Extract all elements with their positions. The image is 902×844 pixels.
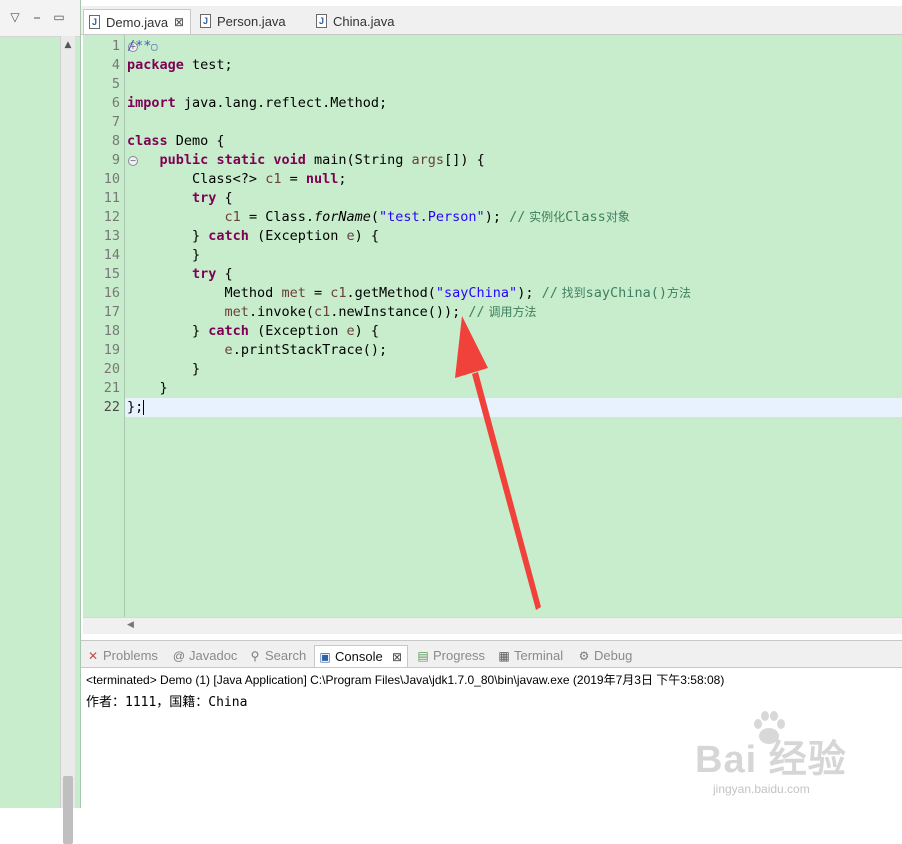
code-line: /**▢ <box>127 38 158 54</box>
code-editor[interactable]: 1 4 5 6 7 8 9 10 11 12 13 14 15 16 17 18… <box>83 35 902 617</box>
line-number: 12 <box>103 209 120 225</box>
code-line: } <box>192 361 201 377</box>
bottom-tab-bar: ✕ Problems @ Javadoc ⚲ Search ▣ Console … <box>81 641 902 668</box>
tab-label: Person.java <box>217 14 286 29</box>
line-number: 16 <box>103 285 120 301</box>
scroll-left-arrow-icon[interactable]: ◀ <box>127 620 134 630</box>
progress-icon: ▤ <box>417 649 429 663</box>
line-number: 20 <box>103 361 120 377</box>
code-line: } catch (Exception e) { <box>192 323 380 339</box>
tab-javadoc[interactable]: @ Javadoc <box>169 645 243 667</box>
line-number: 11 <box>103 190 120 206</box>
line-number: 18 <box>103 323 120 339</box>
line-number: 14 <box>103 247 120 263</box>
console-status-line: <terminated> Demo (1) [Java Application]… <box>86 673 725 687</box>
line-number-gutter: 1 4 5 6 7 8 9 10 11 12 13 14 15 16 17 18… <box>96 35 138 617</box>
watermark-url: jingyan.baidu.com <box>713 782 810 796</box>
console-icon: ▣ <box>319 650 331 664</box>
code-line: try { <box>192 190 233 206</box>
tab-label: Debug <box>594 648 633 663</box>
tab-label: Demo.java <box>106 15 169 30</box>
left-panel-scrollbar[interactable]: ▲ <box>60 36 75 844</box>
tab-china-java[interactable]: J China.java <box>311 9 411 34</box>
search-icon: ⚲ <box>250 649 260 663</box>
minimize-icon[interactable]: ⎯ <box>30 10 44 24</box>
line-number: 5 <box>111 76 120 92</box>
terminal-icon: ▦ <box>498 649 510 663</box>
folded-comment-icon[interactable]: ▢ <box>151 42 157 53</box>
tab-console[interactable]: ▣ Console ⊠ <box>314 645 408 667</box>
line-number: 6 <box>111 95 120 111</box>
tab-search[interactable]: ⚲ Search <box>245 645 315 667</box>
close-tab-icon[interactable]: ⊠ <box>392 646 402 668</box>
code-line-current: }; <box>125 398 902 417</box>
tab-problems[interactable]: ✕ Problems <box>83 645 167 667</box>
line-number: 13 <box>103 228 120 244</box>
code-line: met.invoke(c1.newInstance()); // 调用方法 <box>224 304 537 320</box>
tab-demo-java[interactable]: J Demo.java ⊠ <box>83 9 191 34</box>
tab-label: Search <box>265 648 307 663</box>
java-file-icon: J <box>316 14 327 28</box>
console-output[interactable]: 作者：1111，国籍：China <box>86 691 247 710</box>
tab-label: Progress <box>433 648 486 663</box>
line-number: 4 <box>111 57 120 73</box>
line-number: 22 <box>103 399 120 415</box>
tab-progress[interactable]: ▤ Progress <box>413 645 493 667</box>
code-line: Class<?> c1 = null; <box>192 171 347 187</box>
watermark-brand: Bai 经验 <box>695 739 847 781</box>
tab-label: China.java <box>333 14 395 29</box>
tab-label: Terminal <box>514 648 564 663</box>
code-line: try { <box>192 266 233 282</box>
tab-debug[interactable]: ⚙ Debug <box>574 645 644 667</box>
baidu-jingyan-watermark: Bai 经验 jingyan.baidu.com <box>695 708 895 804</box>
code-line: } <box>159 380 168 396</box>
code-line: c1 = Class.forName("test.Person"); // 实例… <box>224 209 630 225</box>
code-area[interactable]: /**▢ package test; import java.lang.refl… <box>125 35 902 617</box>
maximize-icon[interactable]: ▭ <box>52 10 66 24</box>
editor-horizontal-scrollbar[interactable]: ◀ <box>83 617 902 634</box>
code-line: } catch (Exception e) { <box>192 228 380 244</box>
problems-icon: ✕ <box>87 649 99 663</box>
line-number: 10 <box>103 171 120 187</box>
line-number: 9 <box>111 152 120 168</box>
java-file-icon: J <box>200 14 211 28</box>
view-menu-icon[interactable]: ▽ <box>8 10 22 24</box>
line-number: 8 <box>111 133 120 149</box>
code-line: Method met = c1.getMethod("sayChina"); /… <box>224 285 691 301</box>
line-number: 21 <box>103 380 120 396</box>
code-line: e.printStackTrace(); <box>224 342 388 358</box>
tab-label: Javadoc <box>189 648 238 663</box>
tab-person-java[interactable]: J Person.java <box>195 9 305 34</box>
close-tab-icon[interactable]: ⊠ <box>174 10 184 35</box>
line-number: 7 <box>111 114 120 130</box>
line-number: 15 <box>103 266 120 282</box>
code-line: import java.lang.reflect.Method; <box>127 95 388 111</box>
code-line: class Demo { <box>127 133 225 149</box>
java-file-icon: J <box>89 15 100 29</box>
tab-label: Problems <box>103 648 158 663</box>
javadoc-icon: @ <box>172 649 186 663</box>
scroll-thumb[interactable] <box>63 776 73 844</box>
left-panel-toolbar: ▽ ⎯ ▭ <box>0 0 80 37</box>
code-line: } <box>192 247 201 263</box>
code-line: public static void main(String args[]) { <box>159 152 485 168</box>
line-number: 1 <box>111 38 120 54</box>
editor-tab-bar: J Demo.java ⊠ J Person.java J China.java <box>81 6 902 35</box>
line-number: 19 <box>103 342 120 358</box>
tab-terminal[interactable]: ▦ Terminal <box>494 645 574 667</box>
left-side-panel: ▽ ⎯ ▭ ▲ <box>0 0 81 844</box>
tab-label: Console <box>335 649 383 664</box>
debug-icon: ⚙ <box>578 649 590 663</box>
scroll-up-arrow-icon[interactable]: ▲ <box>61 38 75 52</box>
line-number: 17 <box>103 304 120 320</box>
text-cursor <box>143 399 145 415</box>
code-line: package test; <box>127 57 233 73</box>
